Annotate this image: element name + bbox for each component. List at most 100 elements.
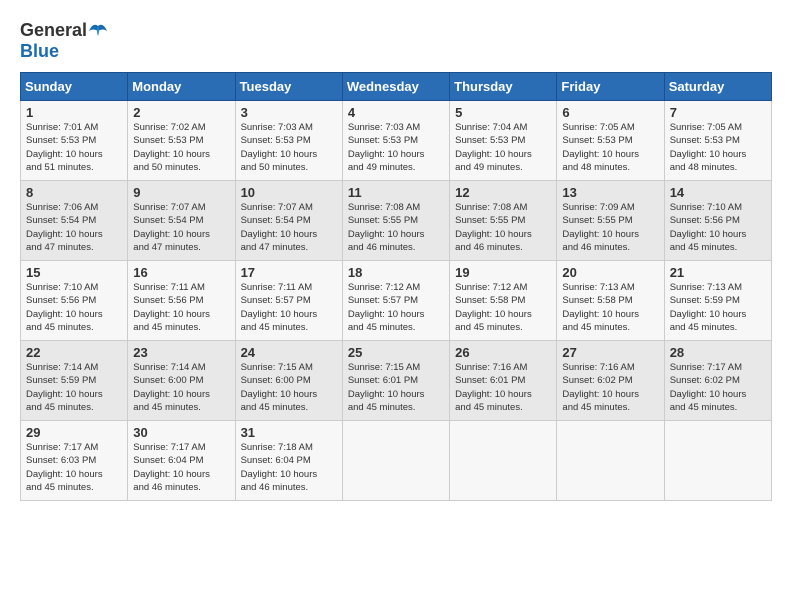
calendar-header-row: SundayMondayTuesdayWednesdayThursdayFrid…: [21, 73, 772, 101]
calendar-cell: 14Sunrise: 7:10 AM Sunset: 5:56 PM Dayli…: [664, 181, 771, 261]
calendar-week-4: 22Sunrise: 7:14 AM Sunset: 5:59 PM Dayli…: [21, 341, 772, 421]
day-detail: Sunrise: 7:16 AM Sunset: 6:02 PM Dayligh…: [562, 361, 658, 414]
day-detail: Sunrise: 7:02 AM Sunset: 5:53 PM Dayligh…: [133, 121, 229, 174]
header-sunday: Sunday: [21, 73, 128, 101]
logo-general-text: General: [20, 20, 87, 41]
day-detail: Sunrise: 7:03 AM Sunset: 5:53 PM Dayligh…: [348, 121, 444, 174]
calendar-cell: 24Sunrise: 7:15 AM Sunset: 6:00 PM Dayli…: [235, 341, 342, 421]
calendar-cell: 23Sunrise: 7:14 AM Sunset: 6:00 PM Dayli…: [128, 341, 235, 421]
day-number: 29: [26, 425, 122, 440]
logo-bird-icon: [87, 22, 109, 40]
calendar-cell: 31Sunrise: 7:18 AM Sunset: 6:04 PM Dayli…: [235, 421, 342, 501]
day-detail: Sunrise: 7:13 AM Sunset: 5:58 PM Dayligh…: [562, 281, 658, 334]
calendar-cell: 16Sunrise: 7:11 AM Sunset: 5:56 PM Dayli…: [128, 261, 235, 341]
calendar-week-3: 15Sunrise: 7:10 AM Sunset: 5:56 PM Dayli…: [21, 261, 772, 341]
calendar-cell: 6Sunrise: 7:05 AM Sunset: 5:53 PM Daylig…: [557, 101, 664, 181]
day-number: 11: [348, 185, 444, 200]
calendar-cell: 12Sunrise: 7:08 AM Sunset: 5:55 PM Dayli…: [450, 181, 557, 261]
day-number: 26: [455, 345, 551, 360]
day-number: 3: [241, 105, 337, 120]
day-detail: Sunrise: 7:11 AM Sunset: 5:56 PM Dayligh…: [133, 281, 229, 334]
day-number: 30: [133, 425, 229, 440]
day-number: 24: [241, 345, 337, 360]
day-detail: Sunrise: 7:17 AM Sunset: 6:04 PM Dayligh…: [133, 441, 229, 494]
calendar-cell: 8Sunrise: 7:06 AM Sunset: 5:54 PM Daylig…: [21, 181, 128, 261]
day-detail: Sunrise: 7:17 AM Sunset: 6:03 PM Dayligh…: [26, 441, 122, 494]
day-detail: Sunrise: 7:15 AM Sunset: 6:01 PM Dayligh…: [348, 361, 444, 414]
day-number: 15: [26, 265, 122, 280]
day-number: 17: [241, 265, 337, 280]
day-detail: Sunrise: 7:14 AM Sunset: 6:00 PM Dayligh…: [133, 361, 229, 414]
calendar-cell: [450, 421, 557, 501]
calendar-cell: 2Sunrise: 7:02 AM Sunset: 5:53 PM Daylig…: [128, 101, 235, 181]
calendar-cell: 25Sunrise: 7:15 AM Sunset: 6:01 PM Dayli…: [342, 341, 449, 421]
day-number: 16: [133, 265, 229, 280]
calendar-cell: 3Sunrise: 7:03 AM Sunset: 5:53 PM Daylig…: [235, 101, 342, 181]
day-number: 22: [26, 345, 122, 360]
day-detail: Sunrise: 7:16 AM Sunset: 6:01 PM Dayligh…: [455, 361, 551, 414]
day-detail: Sunrise: 7:12 AM Sunset: 5:57 PM Dayligh…: [348, 281, 444, 334]
day-detail: Sunrise: 7:11 AM Sunset: 5:57 PM Dayligh…: [241, 281, 337, 334]
calendar-cell: 30Sunrise: 7:17 AM Sunset: 6:04 PM Dayli…: [128, 421, 235, 501]
calendar-cell: 4Sunrise: 7:03 AM Sunset: 5:53 PM Daylig…: [342, 101, 449, 181]
calendar-cell: 20Sunrise: 7:13 AM Sunset: 5:58 PM Dayli…: [557, 261, 664, 341]
day-number: 19: [455, 265, 551, 280]
calendar-cell: [342, 421, 449, 501]
day-number: 7: [670, 105, 766, 120]
calendar-cell: [664, 421, 771, 501]
calendar-cell: 9Sunrise: 7:07 AM Sunset: 5:54 PM Daylig…: [128, 181, 235, 261]
calendar-cell: 1Sunrise: 7:01 AM Sunset: 5:53 PM Daylig…: [21, 101, 128, 181]
calendar-cell: [557, 421, 664, 501]
day-number: 18: [348, 265, 444, 280]
calendar-cell: 21Sunrise: 7:13 AM Sunset: 5:59 PM Dayli…: [664, 261, 771, 341]
calendar-cell: 13Sunrise: 7:09 AM Sunset: 5:55 PM Dayli…: [557, 181, 664, 261]
day-number: 14: [670, 185, 766, 200]
day-number: 1: [26, 105, 122, 120]
calendar-week-2: 8Sunrise: 7:06 AM Sunset: 5:54 PM Daylig…: [21, 181, 772, 261]
day-detail: Sunrise: 7:10 AM Sunset: 5:56 PM Dayligh…: [670, 201, 766, 254]
day-detail: Sunrise: 7:06 AM Sunset: 5:54 PM Dayligh…: [26, 201, 122, 254]
calendar-cell: 17Sunrise: 7:11 AM Sunset: 5:57 PM Dayli…: [235, 261, 342, 341]
day-detail: Sunrise: 7:05 AM Sunset: 5:53 PM Dayligh…: [562, 121, 658, 174]
day-detail: Sunrise: 7:15 AM Sunset: 6:00 PM Dayligh…: [241, 361, 337, 414]
header-wednesday: Wednesday: [342, 73, 449, 101]
day-number: 20: [562, 265, 658, 280]
header-friday: Friday: [557, 73, 664, 101]
calendar-week-5: 29Sunrise: 7:17 AM Sunset: 6:03 PM Dayli…: [21, 421, 772, 501]
header-thursday: Thursday: [450, 73, 557, 101]
day-number: 4: [348, 105, 444, 120]
day-detail: Sunrise: 7:12 AM Sunset: 5:58 PM Dayligh…: [455, 281, 551, 334]
calendar-cell: 10Sunrise: 7:07 AM Sunset: 5:54 PM Dayli…: [235, 181, 342, 261]
day-number: 25: [348, 345, 444, 360]
header-tuesday: Tuesday: [235, 73, 342, 101]
day-detail: Sunrise: 7:07 AM Sunset: 5:54 PM Dayligh…: [133, 201, 229, 254]
day-number: 21: [670, 265, 766, 280]
day-number: 28: [670, 345, 766, 360]
day-number: 13: [562, 185, 658, 200]
day-detail: Sunrise: 7:13 AM Sunset: 5:59 PM Dayligh…: [670, 281, 766, 334]
day-detail: Sunrise: 7:10 AM Sunset: 5:56 PM Dayligh…: [26, 281, 122, 334]
day-detail: Sunrise: 7:05 AM Sunset: 5:53 PM Dayligh…: [670, 121, 766, 174]
calendar-cell: 18Sunrise: 7:12 AM Sunset: 5:57 PM Dayli…: [342, 261, 449, 341]
calendar-cell: 11Sunrise: 7:08 AM Sunset: 5:55 PM Dayli…: [342, 181, 449, 261]
day-number: 8: [26, 185, 122, 200]
calendar-week-1: 1Sunrise: 7:01 AM Sunset: 5:53 PM Daylig…: [21, 101, 772, 181]
day-detail: Sunrise: 7:14 AM Sunset: 5:59 PM Dayligh…: [26, 361, 122, 414]
calendar-cell: 7Sunrise: 7:05 AM Sunset: 5:53 PM Daylig…: [664, 101, 771, 181]
calendar-cell: 15Sunrise: 7:10 AM Sunset: 5:56 PM Dayli…: [21, 261, 128, 341]
calendar-cell: 28Sunrise: 7:17 AM Sunset: 6:02 PM Dayli…: [664, 341, 771, 421]
day-number: 27: [562, 345, 658, 360]
day-number: 5: [455, 105, 551, 120]
day-number: 9: [133, 185, 229, 200]
day-detail: Sunrise: 7:07 AM Sunset: 5:54 PM Dayligh…: [241, 201, 337, 254]
header-monday: Monday: [128, 73, 235, 101]
day-number: 12: [455, 185, 551, 200]
day-detail: Sunrise: 7:09 AM Sunset: 5:55 PM Dayligh…: [562, 201, 658, 254]
day-number: 23: [133, 345, 229, 360]
day-detail: Sunrise: 7:18 AM Sunset: 6:04 PM Dayligh…: [241, 441, 337, 494]
calendar-cell: 22Sunrise: 7:14 AM Sunset: 5:59 PM Dayli…: [21, 341, 128, 421]
calendar-cell: 19Sunrise: 7:12 AM Sunset: 5:58 PM Dayli…: [450, 261, 557, 341]
day-number: 10: [241, 185, 337, 200]
day-detail: Sunrise: 7:08 AM Sunset: 5:55 PM Dayligh…: [455, 201, 551, 254]
day-number: 31: [241, 425, 337, 440]
